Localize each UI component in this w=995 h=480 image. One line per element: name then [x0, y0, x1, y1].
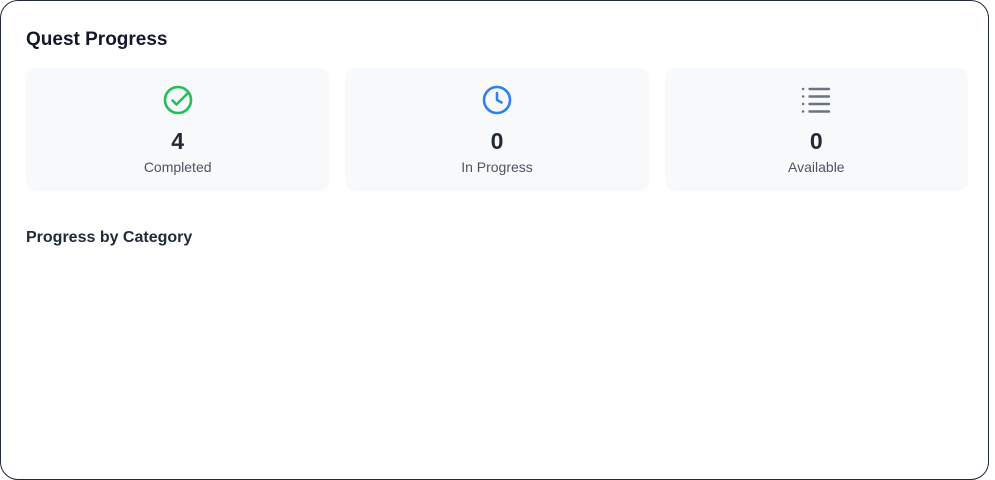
stat-card-in-progress: 0 In Progress — [345, 68, 649, 191]
quest-progress-card: Quest Progress 4 Completed 0 In Progress — [0, 0, 989, 480]
completed-label: Completed — [143, 159, 212, 175]
list-icon — [802, 87, 831, 113]
check-circle-icon — [163, 85, 192, 115]
stat-card-available: 0 Available — [664, 68, 968, 191]
category-section-title: Progress by Category — [26, 229, 193, 246]
stat-card-completed: 4 Completed — [26, 68, 330, 191]
in-progress-count: 0 — [490, 128, 504, 154]
clock-icon — [482, 85, 512, 115]
stats-row: 4 Completed 0 In Progress 0 Available — [26, 68, 968, 191]
in-progress-label: In Progress — [461, 159, 533, 175]
available-count: 0 — [809, 128, 823, 154]
available-label: Available — [788, 159, 845, 175]
completed-count: 4 — [171, 128, 185, 154]
panel-title: Quest Progress — [26, 29, 168, 50]
